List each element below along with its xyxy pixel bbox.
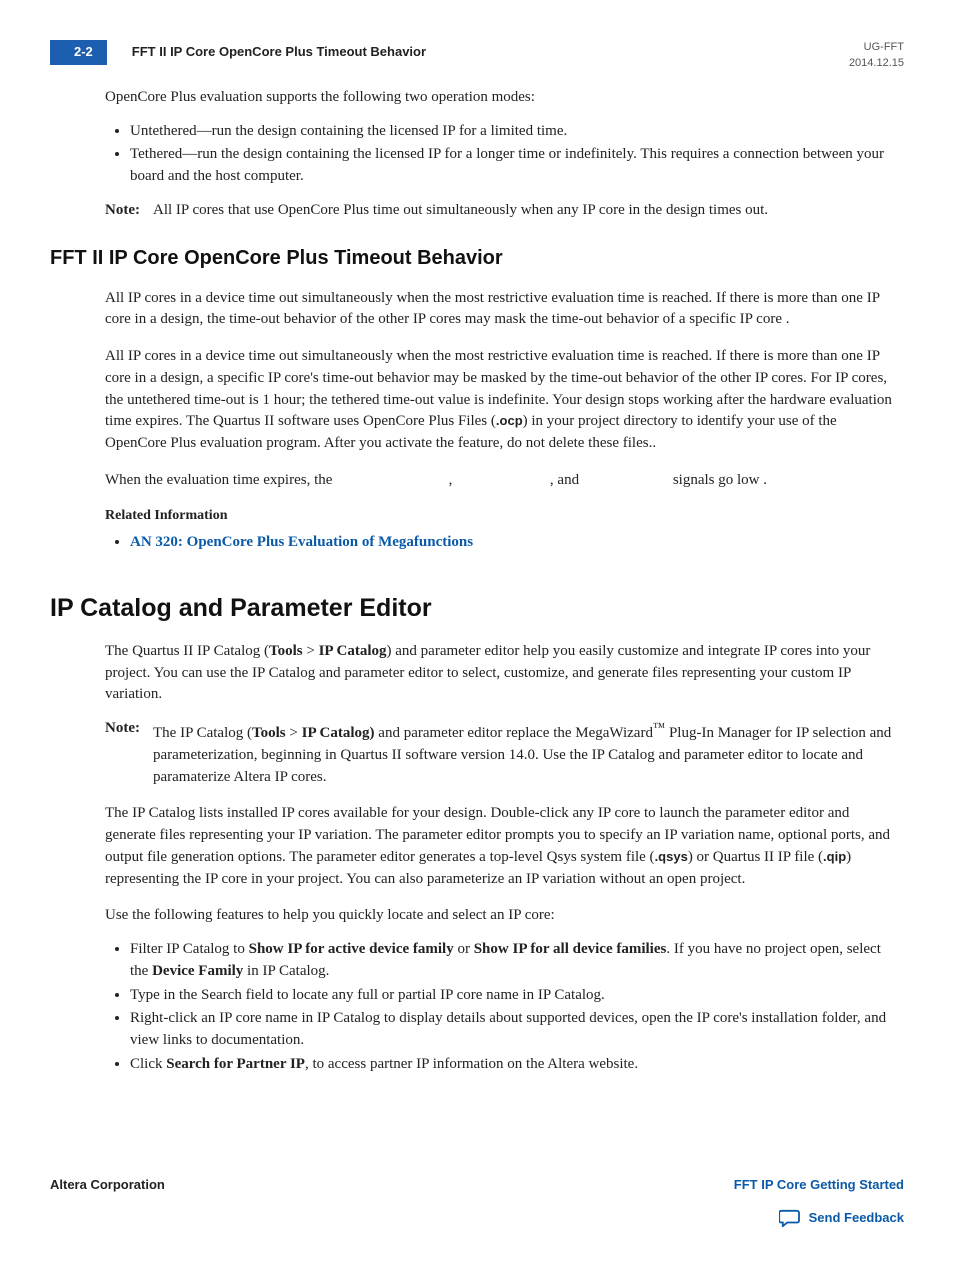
body-paragraph: The Quartus II IP Catalog (Tools > IP Ca… (105, 641, 894, 706)
option-search-partner: Search for Partner IP (166, 1056, 305, 1072)
page-footer: Altera Corporation FFT IP Core Getting S… (50, 1176, 904, 1234)
link-an320[interactable]: AN 320: OpenCore Plus Evaluation of Mega… (130, 534, 473, 550)
header-title: FFT II IP Core OpenCore Plus Timeout Beh… (132, 43, 426, 62)
note-content: The IP Catalog (Tools > IP Catalog) and … (153, 718, 894, 788)
doc-date: 2014.12.15 (849, 56, 904, 72)
section-heading-timeout: FFT II IP Core OpenCore Plus Timeout Beh… (50, 244, 904, 273)
menu-ip-catalog: IP Catalog (319, 643, 387, 659)
option-show-all: Show IP for all device families (474, 941, 667, 957)
header-left: 2-2 FFT II IP Core OpenCore Plus Timeout… (50, 40, 426, 65)
list-item: Filter IP Catalog to Show IP for active … (130, 939, 894, 983)
body-paragraph: The IP Catalog lists installed IP cores … (105, 803, 894, 890)
related-info-list: AN 320: OpenCore Plus Evaluation of Mega… (105, 532, 894, 554)
list-item: Tethered—run the design containing the l… (130, 144, 894, 188)
note-block: Note: All IP cores that use OpenCore Plu… (105, 200, 894, 222)
note-label: Note: (105, 200, 153, 222)
page-number: 2-2 (50, 40, 107, 65)
footer-company: Altera Corporation (50, 1176, 165, 1195)
page-header: 2-2 FFT II IP Core OpenCore Plus Timeout… (50, 40, 904, 72)
list-item: Right-click an IP core name in IP Catalo… (130, 1008, 894, 1052)
file-ext-ocp: .ocp (496, 413, 523, 428)
link-getting-started[interactable]: FFT IP Core Getting Started (734, 1176, 904, 1195)
related-info-label: Related Information (105, 506, 904, 526)
list-item: Click Search for Partner IP, to access p… (130, 1054, 894, 1076)
menu-tools: Tools (269, 643, 303, 659)
trademark: ™ (653, 720, 665, 734)
list-item: AN 320: OpenCore Plus Evaluation of Mega… (130, 532, 894, 554)
section-heading-ipcatalog: IP Catalog and Parameter Editor (50, 590, 904, 626)
header-right: UG-FFT 2014.12.15 (849, 40, 904, 72)
list-item: Type in the Search field to locate any f… (130, 985, 894, 1007)
features-list: Filter IP Catalog to Show IP for active … (105, 939, 894, 1076)
modes-list: Untethered—run the design containing the… (105, 121, 894, 188)
file-ext-qip: .qip (823, 849, 846, 864)
intro-text: OpenCore Plus evaluation supports the fo… (105, 87, 894, 109)
menu-tools: Tools (252, 725, 286, 741)
link-send-feedback[interactable]: Send Feedback (779, 1209, 904, 1228)
option-show-active: Show IP for active device family (249, 941, 454, 957)
body-paragraph: When the evaluation time expires, the , … (105, 470, 894, 492)
list-item: Untethered—run the design containing the… (130, 121, 894, 143)
feedback-icon (779, 1209, 801, 1227)
option-device-family: Device Family (152, 963, 243, 979)
body-paragraph: Use the following features to help you q… (105, 905, 894, 927)
file-ext-qsys: .qsys (655, 849, 688, 864)
note-label: Note: (105, 718, 153, 788)
footer-right: FFT IP Core Getting Started Send Feedbac… (734, 1176, 904, 1234)
feedback-label: Send Feedback (809, 1209, 904, 1228)
body-paragraph: All IP cores in a device time out simult… (105, 346, 894, 455)
menu-ip-catalog: IP Catalog) (302, 725, 375, 741)
doc-id: UG-FFT (849, 40, 904, 56)
note-content: All IP cores that use OpenCore Plus time… (153, 200, 894, 222)
body-paragraph: All IP cores in a device time out simult… (105, 288, 894, 332)
note-block: Note: The IP Catalog (Tools > IP Catalog… (105, 718, 894, 788)
